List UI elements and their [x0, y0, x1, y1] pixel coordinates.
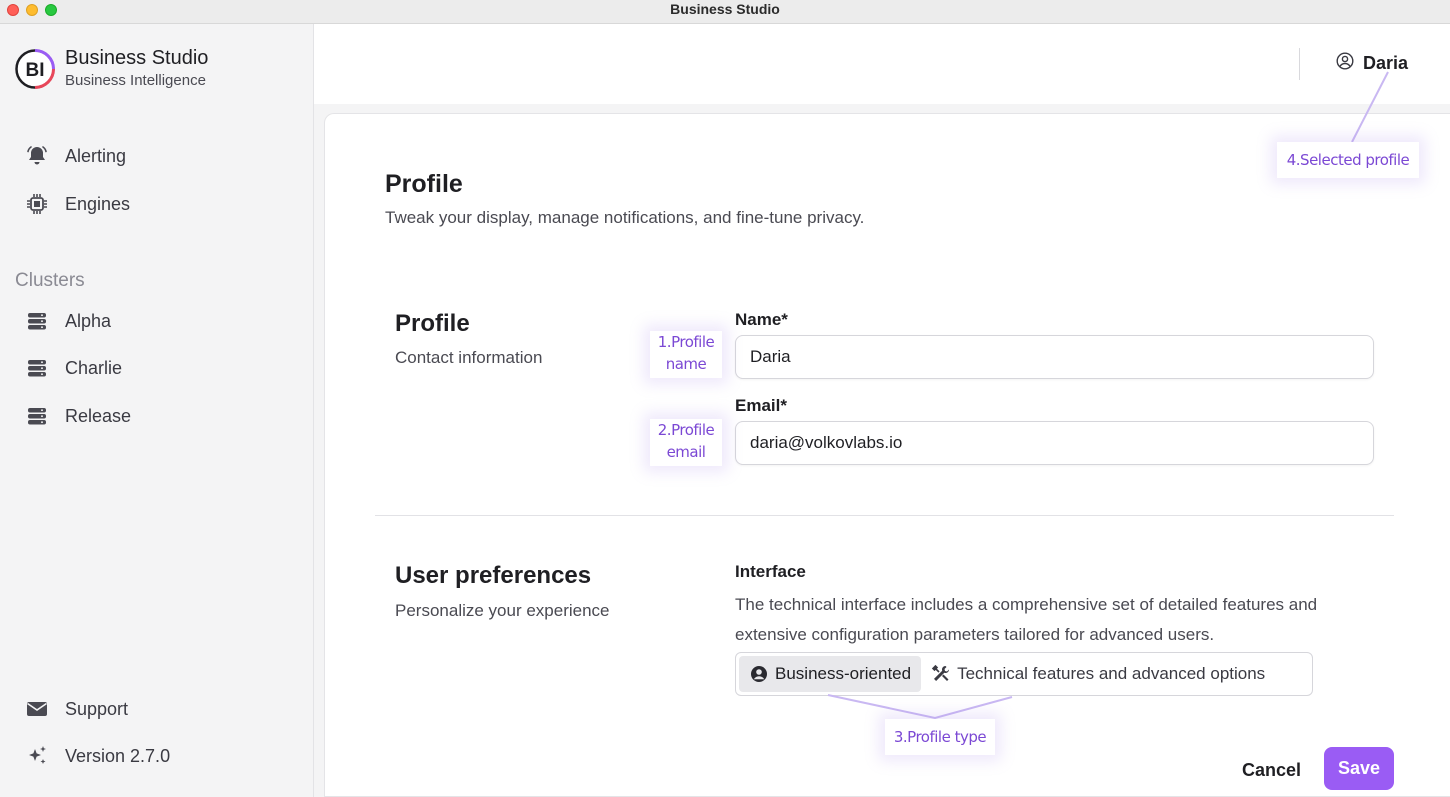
sidebar-item-alpha[interactable]: Alpha — [24, 306, 111, 336]
profile-section-title: Profile — [395, 310, 470, 337]
profile-type-selector: Business-oriented Technical features and… — [735, 652, 1313, 696]
annotation-selected-profile: 4.Selected profile — [1277, 142, 1419, 178]
annotation-profile-email: 2.Profile email — [650, 419, 722, 466]
sidebar-item-label: Charlie — [65, 357, 123, 378]
annotation-profile-type: 3.Profile type — [885, 719, 995, 755]
server-stack-icon — [24, 355, 50, 381]
email-field[interactable] — [735, 421, 1374, 465]
bi-logo-icon: BI — [14, 48, 56, 90]
sparkles-icon — [24, 743, 50, 769]
sidebar-item-label: Alerting — [65, 145, 127, 166]
sidebar-item-label: Release — [65, 405, 132, 426]
server-stack-icon — [24, 403, 50, 429]
sidebar: BI Business Studio Business Intelligence… — [0, 24, 314, 797]
user-circle-icon — [1336, 52, 1354, 75]
user-circle-icon — [749, 664, 769, 684]
window-title: Business Studio — [670, 1, 780, 17]
profile-section-description: Contact information — [395, 348, 543, 367]
email-field-label: Email* — [735, 396, 787, 415]
page-title: Profile — [385, 170, 463, 198]
page-description: Tweak your display, manage notifications… — [385, 208, 865, 227]
interface-help-text: The technical interface includes a compr… — [735, 595, 1318, 644]
save-button[interactable]: Save — [1324, 747, 1394, 790]
name-field[interactable] — [735, 335, 1374, 379]
sidebar-item-alerting[interactable]: Alerting — [24, 141, 126, 171]
option-technical-features[interactable]: Technical features and advanced options — [921, 656, 1275, 692]
option-label: Technical features and advanced options — [957, 664, 1266, 683]
sidebar-item-label: Version 2.7.0 — [65, 745, 171, 766]
cancel-button[interactable]: Cancel — [1232, 752, 1311, 788]
window-title-bar: Business Studio — [0, 0, 1450, 24]
header-divider — [1299, 48, 1300, 80]
wrench-screwdriver-icon — [931, 664, 951, 684]
name-field-label: Name* — [735, 310, 788, 329]
sidebar-item-label: Support — [65, 698, 129, 719]
interface-label: Interface — [735, 562, 806, 581]
preferences-section-title: User preferences — [395, 562, 592, 589]
option-label: Business-oriented — [775, 664, 912, 683]
sidebar-item-release[interactable]: Release — [24, 401, 131, 431]
section-divider — [375, 515, 1394, 516]
top-header: Daria — [314, 24, 1450, 104]
brand-subtitle: Business Intelligence — [65, 72, 206, 89]
clusters-section-label: Clusters — [15, 270, 85, 291]
user-name: Daria — [1363, 53, 1409, 73]
brand-title: Business Studio — [65, 47, 209, 69]
brand[interactable]: BI Business Studio Business Intelligence — [14, 46, 208, 92]
sidebar-item-charlie[interactable]: Charlie — [24, 353, 122, 383]
annotation-profile-name: 1.Profile name — [650, 331, 722, 378]
sidebar-item-support[interactable]: Support — [24, 694, 128, 724]
user-menu[interactable]: Daria — [1336, 52, 1408, 75]
sidebar-item-engines[interactable]: Engines — [24, 189, 130, 219]
sidebar-item-label: Engines — [65, 193, 131, 214]
logo-text: BI — [26, 60, 45, 81]
envelope-icon — [24, 696, 50, 722]
server-stack-icon — [24, 308, 50, 334]
sidebar-item-label: Alpha — [65, 310, 112, 331]
option-business-oriented[interactable]: Business-oriented — [739, 656, 922, 692]
bell-icon — [24, 143, 50, 169]
preferences-section-description: Personalize your experience — [395, 601, 610, 620]
sidebar-item-version[interactable]: Version 2.7.0 — [24, 741, 170, 771]
chip-icon — [24, 191, 50, 217]
